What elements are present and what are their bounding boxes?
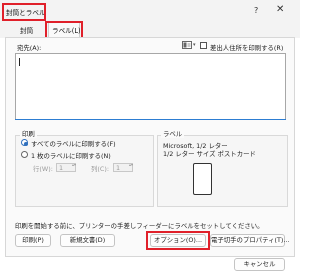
options-highlight-box [146, 231, 210, 250]
print-return-address-checkbox[interactable] [200, 42, 207, 49]
print-return-address-label[interactable]: 差出人住所を印刷する(R) [210, 43, 283, 52]
address-book-icon[interactable] [182, 41, 192, 49]
tab-envelopes[interactable]: 封筒 [20, 25, 33, 35]
full-page-radio-dot [23, 141, 28, 146]
address-field[interactable] [15, 53, 286, 120]
column-spin-icon[interactable]: ▴▾ [129, 163, 133, 167]
text-cursor [19, 58, 20, 66]
row-spin-icon[interactable]: ▴▾ [72, 163, 76, 167]
print-button[interactable]: 印刷(P) [15, 234, 51, 247]
row-label: 行(W): [33, 165, 53, 173]
help-button[interactable]: ? [254, 6, 258, 15]
cancel-button[interactable]: キャンセル [234, 258, 285, 271]
single-label-radio-label[interactable]: 1 枚のラベルに印刷する(N) [31, 151, 111, 160]
label-product-text[interactable]: 1/2 レター サイズ ポストカード [163, 149, 256, 158]
address-book-dropdown-icon[interactable]: ▾ [193, 42, 196, 48]
column-label: 列(C): [91, 165, 109, 173]
address-focus-underline [15, 119, 286, 120]
address-label: 宛先(A): [17, 44, 42, 52]
new-document-button[interactable]: 新規文書(D) [60, 234, 115, 247]
info-text: 印刷を開始する前に、プリンターの手差しフィーダーにラベルをセットしてください。 [15, 222, 264, 230]
label-group-label: ラベル [161, 129, 185, 138]
single-label-radio[interactable] [21, 151, 28, 158]
close-button[interactable]: ✕ [276, 4, 284, 15]
title-highlight-box [2, 3, 46, 21]
label-preview-image[interactable] [193, 163, 212, 195]
epostage-properties-button[interactable]: 電子切手のプロパティ(T)... [210, 234, 290, 247]
print-group-label: 印刷 [20, 129, 37, 138]
full-page-radio-label[interactable]: すべてのラベルに印刷する(F) [31, 139, 116, 148]
